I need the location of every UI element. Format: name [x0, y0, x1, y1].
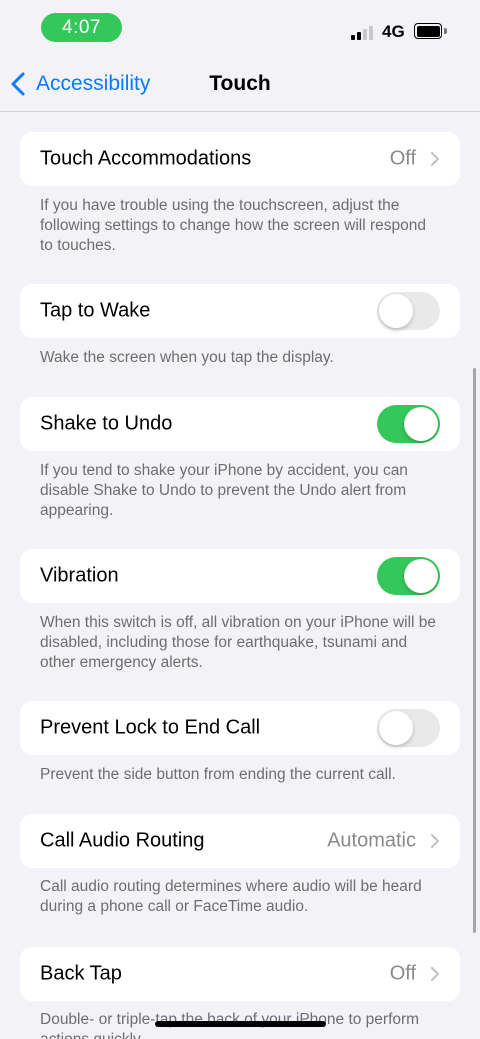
section-footer: If you tend to shake your iPhone by acci… — [40, 462, 408, 519]
scrollbar[interactable] — [473, 368, 476, 933]
prevent-lock-row: Prevent Lock to End Call — [20, 701, 460, 755]
battery-tip — [444, 28, 447, 34]
row-value: Off — [389, 147, 416, 170]
section-footer: Wake the screen when you tap the display… — [40, 349, 334, 366]
shake-to-undo-row: Shake to Undo — [20, 397, 460, 451]
vibration-toggle[interactable] — [377, 557, 440, 595]
page-title: Touch — [209, 72, 271, 95]
row-label: Tap to Wake — [40, 299, 151, 322]
network-type: 4G — [382, 22, 405, 41]
section-footer: If you have trouble using the touchscree… — [40, 197, 427, 254]
row-label: Prevent Lock to End Call — [40, 716, 261, 739]
back-tap-row[interactable]: Back Tap Off — [20, 947, 460, 1001]
chevron-right-icon — [430, 151, 440, 167]
navigation-bar: Accessibility Touch — [0, 56, 480, 112]
tap-to-wake-row: Tap to Wake — [20, 284, 460, 338]
row-label: Touch Accommodations — [40, 147, 252, 170]
row-label: Back Tap — [40, 962, 122, 985]
call-audio-routing-row[interactable]: Call Audio Routing Automatic — [20, 814, 460, 868]
status-time[interactable]: 4:07 — [41, 13, 122, 42]
shake-to-undo-toggle[interactable] — [377, 405, 440, 443]
section-footer: Prevent the side button from ending the … — [40, 766, 396, 783]
prevent-lock-toggle[interactable] — [377, 709, 440, 747]
battery-icon — [414, 23, 442, 39]
status-bar: 4:07 4G — [0, 0, 480, 56]
cellular-signal-icon — [351, 24, 375, 40]
row-label: Shake to Undo — [40, 412, 173, 435]
row-label: Vibration — [40, 564, 119, 587]
section-footer: When this switch is off, all vibration o… — [40, 614, 437, 671]
chevron-right-icon — [430, 833, 440, 849]
chevron-right-icon — [430, 966, 440, 982]
home-indicator[interactable] — [155, 1021, 326, 1027]
row-label: Call Audio Routing — [40, 829, 205, 852]
vibration-row: Vibration — [20, 549, 460, 603]
row-value: Off — [389, 962, 416, 985]
touch-accommodations-row[interactable]: Touch Accommodations Off — [20, 132, 460, 186]
tap-to-wake-toggle[interactable] — [377, 292, 440, 330]
row-value: Automatic — [327, 829, 416, 852]
section-footer: Call audio routing determines where audi… — [40, 878, 422, 915]
